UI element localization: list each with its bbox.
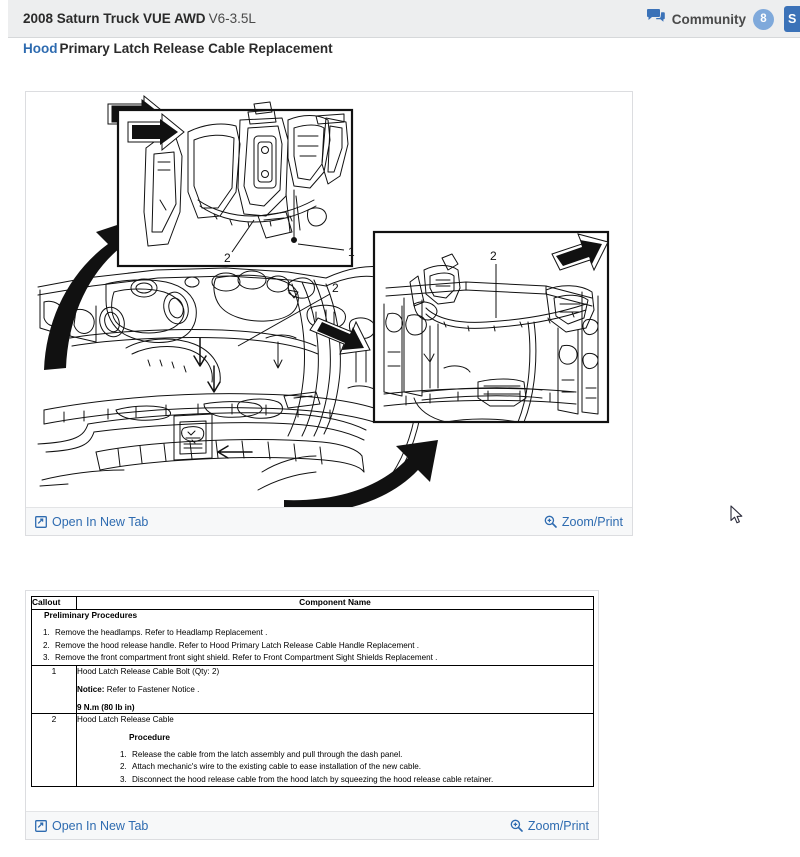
component-table-footer: Open In New Tab Zoom/Print [26,811,598,839]
notice-line-1: Notice: Refer to Fastener Notice . [77,684,593,695]
procedure-steps-list: Release the cable from the latch assembl… [77,749,593,786]
community-button[interactable]: Community 8 [637,0,784,38]
zoom-print-label: Zoom/Print [527,818,589,833]
figure-card-footer: Open In New Tab Zoom/Print [26,507,632,535]
list-item: Remove the headlamps. Refer to Headlamp … [52,627,593,639]
figure-callout-2-top: 2 [224,251,231,265]
breadcrumb: Hood Primary Latch Release Cable Replacem… [23,41,333,56]
service-component-table: Callout Component Name Preliminary Proce… [31,596,594,787]
magnifier-plus-icon [544,515,557,528]
open-in-new-tab-label: Open In New Tab [52,514,149,529]
figure-callout-1: 1 [348,245,355,259]
torque-spec-1: 9 N.m (80 lb in) [77,702,135,712]
save-button[interactable]: S [784,6,800,32]
figure-card: 2 1 2 2 Open In New Tab Zoom/Print [25,91,633,536]
engine-name: V6-3.5L [208,11,256,26]
component-table-card: Callout Component Name Preliminary Proce… [25,590,599,840]
component-name-1: Hood Latch Release Cable Bolt (Qty: 2) [77,666,220,676]
service-diagram[interactable]: 2 1 2 2 [26,92,632,507]
open-in-new-tab-label: Open In New Tab [52,818,149,833]
list-item: Disconnect the hood release cable from t… [129,774,593,786]
column-header-callout: Callout [31,596,77,610]
mouse-cursor [730,505,744,525]
figure-callout-2-right: 2 [490,249,497,263]
zoom-print-link-figure[interactable]: Zoom/Print [544,515,623,529]
callout-number-2: 2 [31,712,77,787]
component-name-2: Hood Latch Release Cable [77,714,174,724]
external-link-icon [35,819,47,832]
inset-diagram-right: 2 [372,230,610,424]
speech-bubble-icon [646,9,665,29]
column-header-component: Component Name [76,596,594,610]
breadcrumb-link-hood[interactable]: Hood [23,41,58,56]
page-title: 2008 Saturn Truck VUE AWD V6-3.5L [23,11,256,26]
procedure-heading: Procedure [129,731,171,742]
open-in-new-tab-link-table[interactable]: Open In New Tab [35,819,148,833]
preliminary-steps-list: Remove the headlamps. Refer to Headlamp … [32,627,593,664]
table-header-row: Callout Component Name [31,596,594,610]
app-header: 2008 Saturn Truck VUE AWD V6-3.5L Communi… [8,0,800,38]
zoom-print-label: Zoom/Print [561,514,623,529]
page-root: 2008 Saturn Truck VUE AWD V6-3.5L Communi… [0,0,800,857]
callout-number-1: 1 [31,664,77,714]
preliminary-cell: Preliminary Procedures Remove the headla… [31,609,594,666]
list-item: Remove the front compartment front sight… [52,652,593,664]
community-label: Community [671,11,746,27]
table-row: 1 Hood Latch Release Cable Bolt (Qty: 2)… [31,664,594,714]
vehicle-name: 2008 Saturn Truck VUE AWD [23,11,206,26]
preliminary-heading: Preliminary Procedures [44,610,138,620]
notice-label: Notice: [77,684,105,694]
table-row: 2 Hood Latch Release Cable Procedure Rel… [31,712,594,787]
notice-text: Refer to Fastener Notice . [106,684,200,694]
inset-diagram-top: 2 1 [116,101,355,268]
list-item: Remove the hood release handle. Refer to… [52,640,593,652]
figure-card-body: 2 1 2 2 [26,92,632,507]
community-count-badge: 8 [753,8,774,30]
list-item: Release the cable from the latch assembl… [129,749,593,761]
table-row-preliminary: Preliminary Procedures Remove the headla… [31,609,594,666]
component-cell-1: Hood Latch Release Cable Bolt (Qty: 2) N… [76,664,594,714]
breadcrumb-current: Primary Latch Release Cable Replacement [59,41,333,56]
component-table-body: Callout Component Name Preliminary Proce… [26,591,598,811]
header-actions: Community 8 S [637,0,800,38]
list-item: Attach mechanic's wire to the existing c… [129,761,593,773]
external-link-icon [35,515,47,528]
component-cell-2: Hood Latch Release Cable Procedure Relea… [76,712,594,787]
figure-callout-2-main: 2 [332,281,339,295]
magnifier-plus-icon [510,819,523,832]
zoom-print-link-table[interactable]: Zoom/Print [510,819,589,833]
open-in-new-tab-link-figure[interactable]: Open In New Tab [35,515,148,529]
